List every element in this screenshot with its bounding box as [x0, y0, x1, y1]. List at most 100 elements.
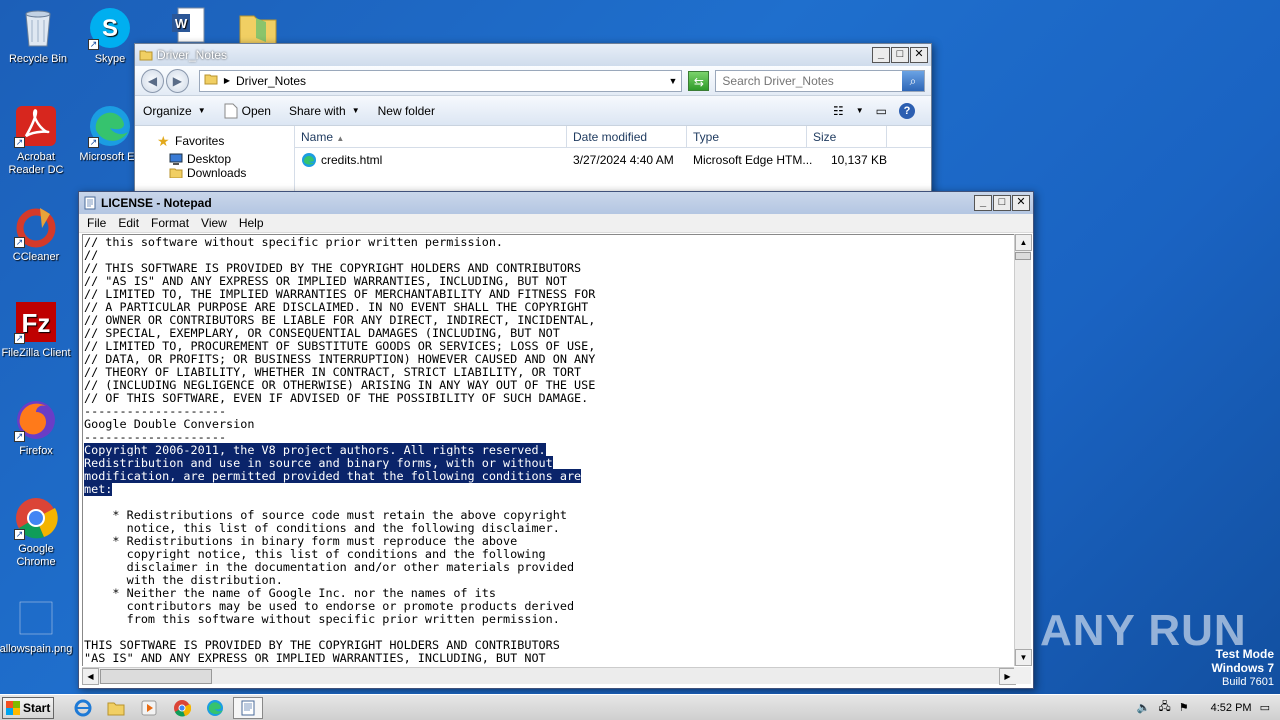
taskbar-explorer[interactable]	[101, 697, 131, 719]
desktop-icon-chrome[interactable]: ↗ Google Chrome	[0, 496, 74, 569]
menu-help[interactable]: Help	[233, 216, 270, 230]
horizontal-scrollbar[interactable]: ◀ ▶	[82, 667, 1016, 685]
test-mode-line1: Test Mode	[1215, 647, 1274, 661]
editor-content[interactable]: // this software without specific prior …	[83, 235, 1016, 665]
menu-bar: File Edit Format View Help	[79, 214, 1033, 233]
column-type-label: Type	[693, 130, 720, 144]
address-row: ◀ ▶ ▶ Driver_Notes ▼ ⇆ ⌕	[135, 66, 931, 96]
action-center-flag-icon[interactable]: ⚑	[1179, 701, 1189, 714]
taskbar-chrome[interactable]	[167, 697, 197, 719]
organize-button[interactable]: Organize ▼	[143, 104, 206, 118]
nav-favorites[interactable]: ★ Favorites	[135, 132, 294, 150]
preview-pane-icon[interactable]: ▭	[876, 104, 887, 118]
menu-format[interactable]: Format	[145, 216, 195, 230]
text-line: met:	[84, 482, 113, 496]
desktop-icon-acrobat[interactable]: ↗ Acrobat Reader DC	[0, 104, 74, 177]
text-editor[interactable]: // this software without specific prior …	[82, 234, 1016, 666]
table-row[interactable]: credits.html 3/27/2024 4:40 AM Microsoft…	[295, 148, 931, 172]
view-options-icon[interactable]: ☷	[833, 104, 844, 118]
edge-html-file-icon	[302, 153, 316, 167]
desktop-icon-allowspain[interactable]: allowspain.png	[0, 596, 74, 656]
scroll-down-button[interactable]: ▼	[1015, 649, 1032, 666]
desktop-icon-recycle-bin[interactable]: Recycle Bin	[0, 6, 76, 66]
minimize-button[interactable]: _	[974, 195, 992, 211]
desktop-icon	[169, 152, 183, 166]
filezilla-icon: Fz ↗	[14, 300, 58, 344]
network-icon[interactable]: 🖧	[1158, 698, 1170, 717]
notepad-title: LICENSE - Notepad	[101, 196, 212, 210]
clock[interactable]: 4:52 PM	[1211, 702, 1252, 714]
system-tray: 🔈 🖧 ⚑ 4:52 PM ▭	[1137, 698, 1280, 717]
nav-downloads[interactable]: Downloads	[135, 168, 294, 178]
star-icon: ★	[157, 133, 170, 149]
close-button[interactable]: ✕	[910, 47, 928, 63]
skype-icon: S ↗	[88, 6, 132, 50]
minimize-button[interactable]: _	[872, 47, 890, 63]
taskbar-media-player[interactable]	[134, 697, 164, 719]
organize-label: Organize	[143, 103, 192, 118]
help-icon[interactable]: ?	[899, 102, 915, 119]
internet-explorer-icon	[74, 699, 92, 716]
column-name-label: Name	[301, 130, 334, 144]
share-with-label: Share with	[288, 103, 346, 118]
desktop-icon-filezilla[interactable]: Fz ↗ FileZilla Client	[0, 300, 74, 360]
taskbar-edge[interactable]	[200, 697, 230, 719]
taskbar-notepad[interactable]	[233, 696, 263, 719]
start-button[interactable]: Start	[2, 696, 54, 719]
chevron-down-icon: ▼	[197, 106, 206, 115]
column-type[interactable]: Type	[687, 126, 807, 147]
test-mode-line2: Windows 7	[1211, 661, 1274, 675]
new-folder-button[interactable]: New folder	[378, 104, 435, 118]
open-button[interactable]: Open	[224, 103, 271, 119]
desktop-icon-firefox[interactable]: ↗ Firefox	[0, 398, 74, 458]
chevron-down-icon: ▼	[351, 106, 360, 115]
text-line: modification, are permitted provided tha…	[84, 469, 582, 483]
column-date[interactable]: Date modified	[567, 126, 687, 147]
folder-icon	[204, 72, 218, 89]
back-button[interactable]: ◀	[141, 68, 164, 93]
desktop-icon-label: Google Chrome	[16, 543, 56, 568]
menu-file[interactable]: File	[81, 216, 112, 230]
desktop-icon-label: Acrobat Reader DC	[8, 151, 64, 176]
scroll-left-button[interactable]: ◀	[82, 668, 99, 685]
refresh-button[interactable]: ⇆	[688, 70, 710, 91]
file-explorer-icon	[107, 702, 125, 715]
nav-label: Favorites	[175, 134, 225, 148]
menu-view[interactable]: View	[195, 216, 233, 230]
search-box[interactable]: ⌕	[715, 69, 925, 92]
address-bar[interactable]: ▶ Driver_Notes ▼	[198, 69, 683, 92]
forward-button[interactable]: ▶	[165, 68, 189, 93]
maximize-button[interactable]: □	[993, 195, 1011, 211]
show-desktop-icon[interactable]: ▭	[1260, 701, 1270, 714]
resize-grip[interactable]	[1014, 667, 1031, 684]
breadcrumb[interactable]: Driver_Notes	[230, 74, 668, 88]
document-icon	[224, 103, 238, 118]
scroll-thumb[interactable]	[1015, 252, 1031, 260]
search-input[interactable]	[722, 73, 902, 88]
menu-edit[interactable]: Edit	[112, 216, 145, 230]
nav-desktop[interactable]: Desktop	[135, 150, 294, 168]
folder-icon	[139, 48, 153, 62]
edge-icon	[207, 699, 223, 716]
vertical-scrollbar[interactable]: ▲ ▼	[1014, 234, 1032, 666]
share-with-button[interactable]: Share with ▼	[289, 104, 360, 118]
scroll-thumb[interactable]	[100, 669, 212, 684]
close-button[interactable]: ✕	[1012, 195, 1030, 211]
column-name[interactable]: Name ▲	[295, 126, 567, 147]
desktop-icon-label: Recycle Bin	[8, 53, 68, 65]
desktop-icon-label: Firefox	[19, 445, 53, 457]
file-name: credits.html	[321, 153, 383, 167]
notepad-icon	[83, 196, 97, 210]
taskbar-ie[interactable]	[68, 697, 98, 719]
search-icon[interactable]: ⌕	[902, 70, 924, 91]
chevron-down-icon[interactable]: ▼	[856, 106, 864, 115]
scroll-up-button[interactable]: ▲	[1015, 234, 1032, 251]
volume-icon[interactable]: 🔈	[1137, 701, 1151, 714]
maximize-button[interactable]: □	[891, 47, 909, 63]
explorer-titlebar[interactable]: Driver_Notes _ □ ✕	[135, 44, 931, 66]
chevron-down-icon[interactable]: ▼	[668, 76, 677, 86]
desktop-icon-ccleaner[interactable]: ↗ CCleaner	[0, 204, 74, 264]
column-size[interactable]: Size	[807, 126, 887, 147]
test-mode-notice: Test Mode Windows 7 Build 7601	[1211, 648, 1274, 689]
notepad-titlebar[interactable]: LICENSE - Notepad _ □ ✕	[79, 192, 1033, 214]
